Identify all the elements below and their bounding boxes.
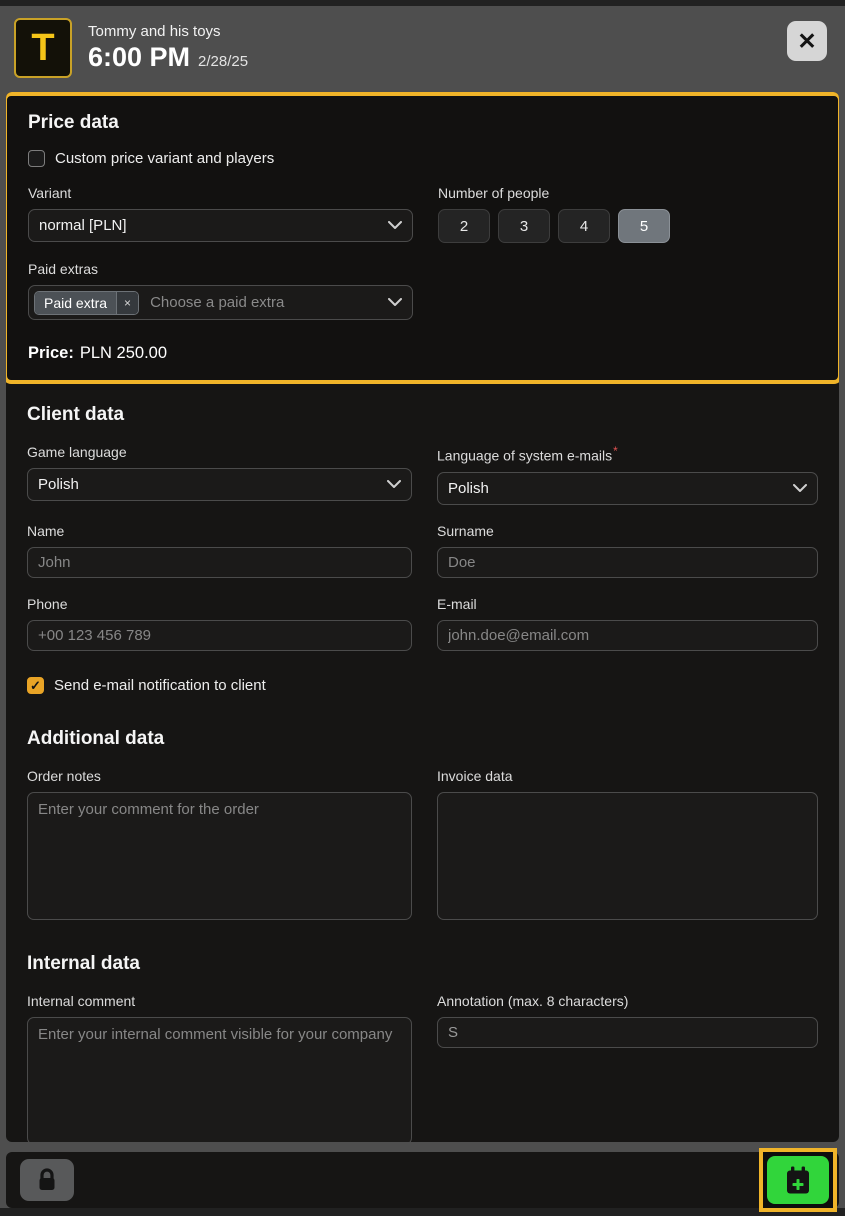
booking-datetime: 6:00 PM 2/28/25 xyxy=(88,42,787,73)
annotation-label: Annotation (max. 8 characters) xyxy=(437,992,629,1009)
paid-extras-label: Paid extras xyxy=(28,261,99,277)
calendar-plus-icon xyxy=(787,1166,809,1194)
internal-data-heading: Internal data xyxy=(27,952,140,974)
internal-data-section: Internal data Internal comment Annotatio… xyxy=(6,953,839,1142)
invoice-data-textarea[interactable] xyxy=(437,791,818,920)
modal-body: Price data Custom price variant and play… xyxy=(6,92,839,1142)
paid-extra-tag-label: Paid extra xyxy=(35,291,117,314)
system-email-language-label: Language of system e-mails* xyxy=(437,444,618,464)
custom-price-checkbox-row: Custom price variant and players xyxy=(28,150,817,167)
people-option-2[interactable]: 2 xyxy=(438,209,490,243)
annotation-input[interactable] xyxy=(437,1016,818,1048)
price-data-heading: Price data xyxy=(28,112,119,133)
custom-price-checkbox-label: Custom price variant and players xyxy=(55,150,275,167)
surname-input[interactable] xyxy=(437,546,818,578)
price-total-label: Price: xyxy=(28,344,74,362)
order-notes-textarea[interactable] xyxy=(27,791,412,920)
game-language-label: Game language xyxy=(27,444,127,460)
invoice-data-label: Invoice data xyxy=(437,767,513,784)
close-button[interactable]: ✕ xyxy=(787,21,827,61)
people-option-3[interactable]: 3 xyxy=(498,209,550,243)
variant-label: Variant xyxy=(28,185,72,201)
add-booking-button[interactable] xyxy=(767,1156,829,1204)
check-icon: ✓ xyxy=(30,677,41,693)
client-data-heading: Client data xyxy=(27,404,125,425)
booking-date: 2/28/25 xyxy=(198,53,249,70)
name-label: Name xyxy=(27,522,65,539)
chevron-down-icon xyxy=(388,221,402,229)
phone-input[interactable] xyxy=(27,619,412,651)
notify-checkbox-row: ✓ Send e-mail notification to client xyxy=(27,676,818,694)
order-notes-label: Order notes xyxy=(27,767,101,784)
number-of-people-label: Number of people xyxy=(438,185,550,201)
company-logo: T xyxy=(14,18,72,78)
add-booking-highlight xyxy=(759,1148,837,1212)
client-data-section: Client data Game language Polish Languag… xyxy=(6,404,839,694)
price-data-section: Price data Custom price variant and play… xyxy=(6,92,839,384)
lock-button[interactable] xyxy=(20,1159,74,1201)
booking-time: 6:00 PM xyxy=(88,42,191,72)
variant-value: normal [PLN] xyxy=(39,217,127,234)
surname-label: Surname xyxy=(437,522,494,539)
people-option-5-selected[interactable]: 5 xyxy=(618,209,670,243)
variant-select[interactable]: normal [PLN] xyxy=(28,209,413,242)
paid-extra-remove-icon[interactable]: × xyxy=(116,291,139,314)
company-logo-letter: T xyxy=(31,27,55,69)
system-email-language-value: Polish xyxy=(448,479,489,497)
email-label: E-mail xyxy=(437,595,477,612)
name-input[interactable] xyxy=(27,546,412,578)
booking-modal: T Tommy and his toys 6:00 PM 2/28/25 ✕ P… xyxy=(0,6,845,1212)
paid-extras-select[interactable]: Paid extra × Choose a paid extra xyxy=(28,285,413,320)
header-texts: Tommy and his toys 6:00 PM 2/28/25 xyxy=(88,23,787,73)
internal-comment-label: Internal comment xyxy=(27,992,136,1009)
modal-footer xyxy=(6,1148,839,1212)
close-icon: ✕ xyxy=(797,27,817,54)
additional-data-section: Additional data Order notes Invoice data xyxy=(6,728,839,925)
chevron-down-icon xyxy=(793,483,807,492)
paid-extras-placeholder: Choose a paid extra xyxy=(150,294,285,311)
notify-checkbox-label: Send e-mail notification to client xyxy=(54,676,266,694)
number-of-people-group: 2 3 4 5 xyxy=(438,209,817,243)
price-total: Price: PLN 250.00 xyxy=(28,344,817,363)
paid-extra-tag: Paid extra × xyxy=(34,290,140,315)
custom-price-checkbox[interactable] xyxy=(28,150,45,167)
system-email-language-select[interactable]: Polish xyxy=(437,471,818,505)
modal-header: T Tommy and his toys 6:00 PM 2/28/25 ✕ xyxy=(0,6,845,90)
chevron-down-icon xyxy=(388,298,402,306)
people-option-4[interactable]: 4 xyxy=(558,209,610,243)
additional-data-heading: Additional data xyxy=(27,727,165,749)
game-language-select[interactable]: Polish xyxy=(27,468,412,501)
game-language-value: Polish xyxy=(38,476,79,493)
price-total-value: PLN 250.00 xyxy=(79,344,168,362)
email-input[interactable] xyxy=(437,619,818,651)
notify-checkbox[interactable]: ✓ xyxy=(27,676,44,694)
phone-label: Phone xyxy=(27,595,68,612)
game-title: Tommy and his toys xyxy=(88,23,221,40)
lock-icon xyxy=(39,1168,55,1190)
required-marker: * xyxy=(613,444,618,458)
internal-comment-textarea[interactable] xyxy=(27,1016,412,1142)
chevron-down-icon xyxy=(387,480,401,488)
